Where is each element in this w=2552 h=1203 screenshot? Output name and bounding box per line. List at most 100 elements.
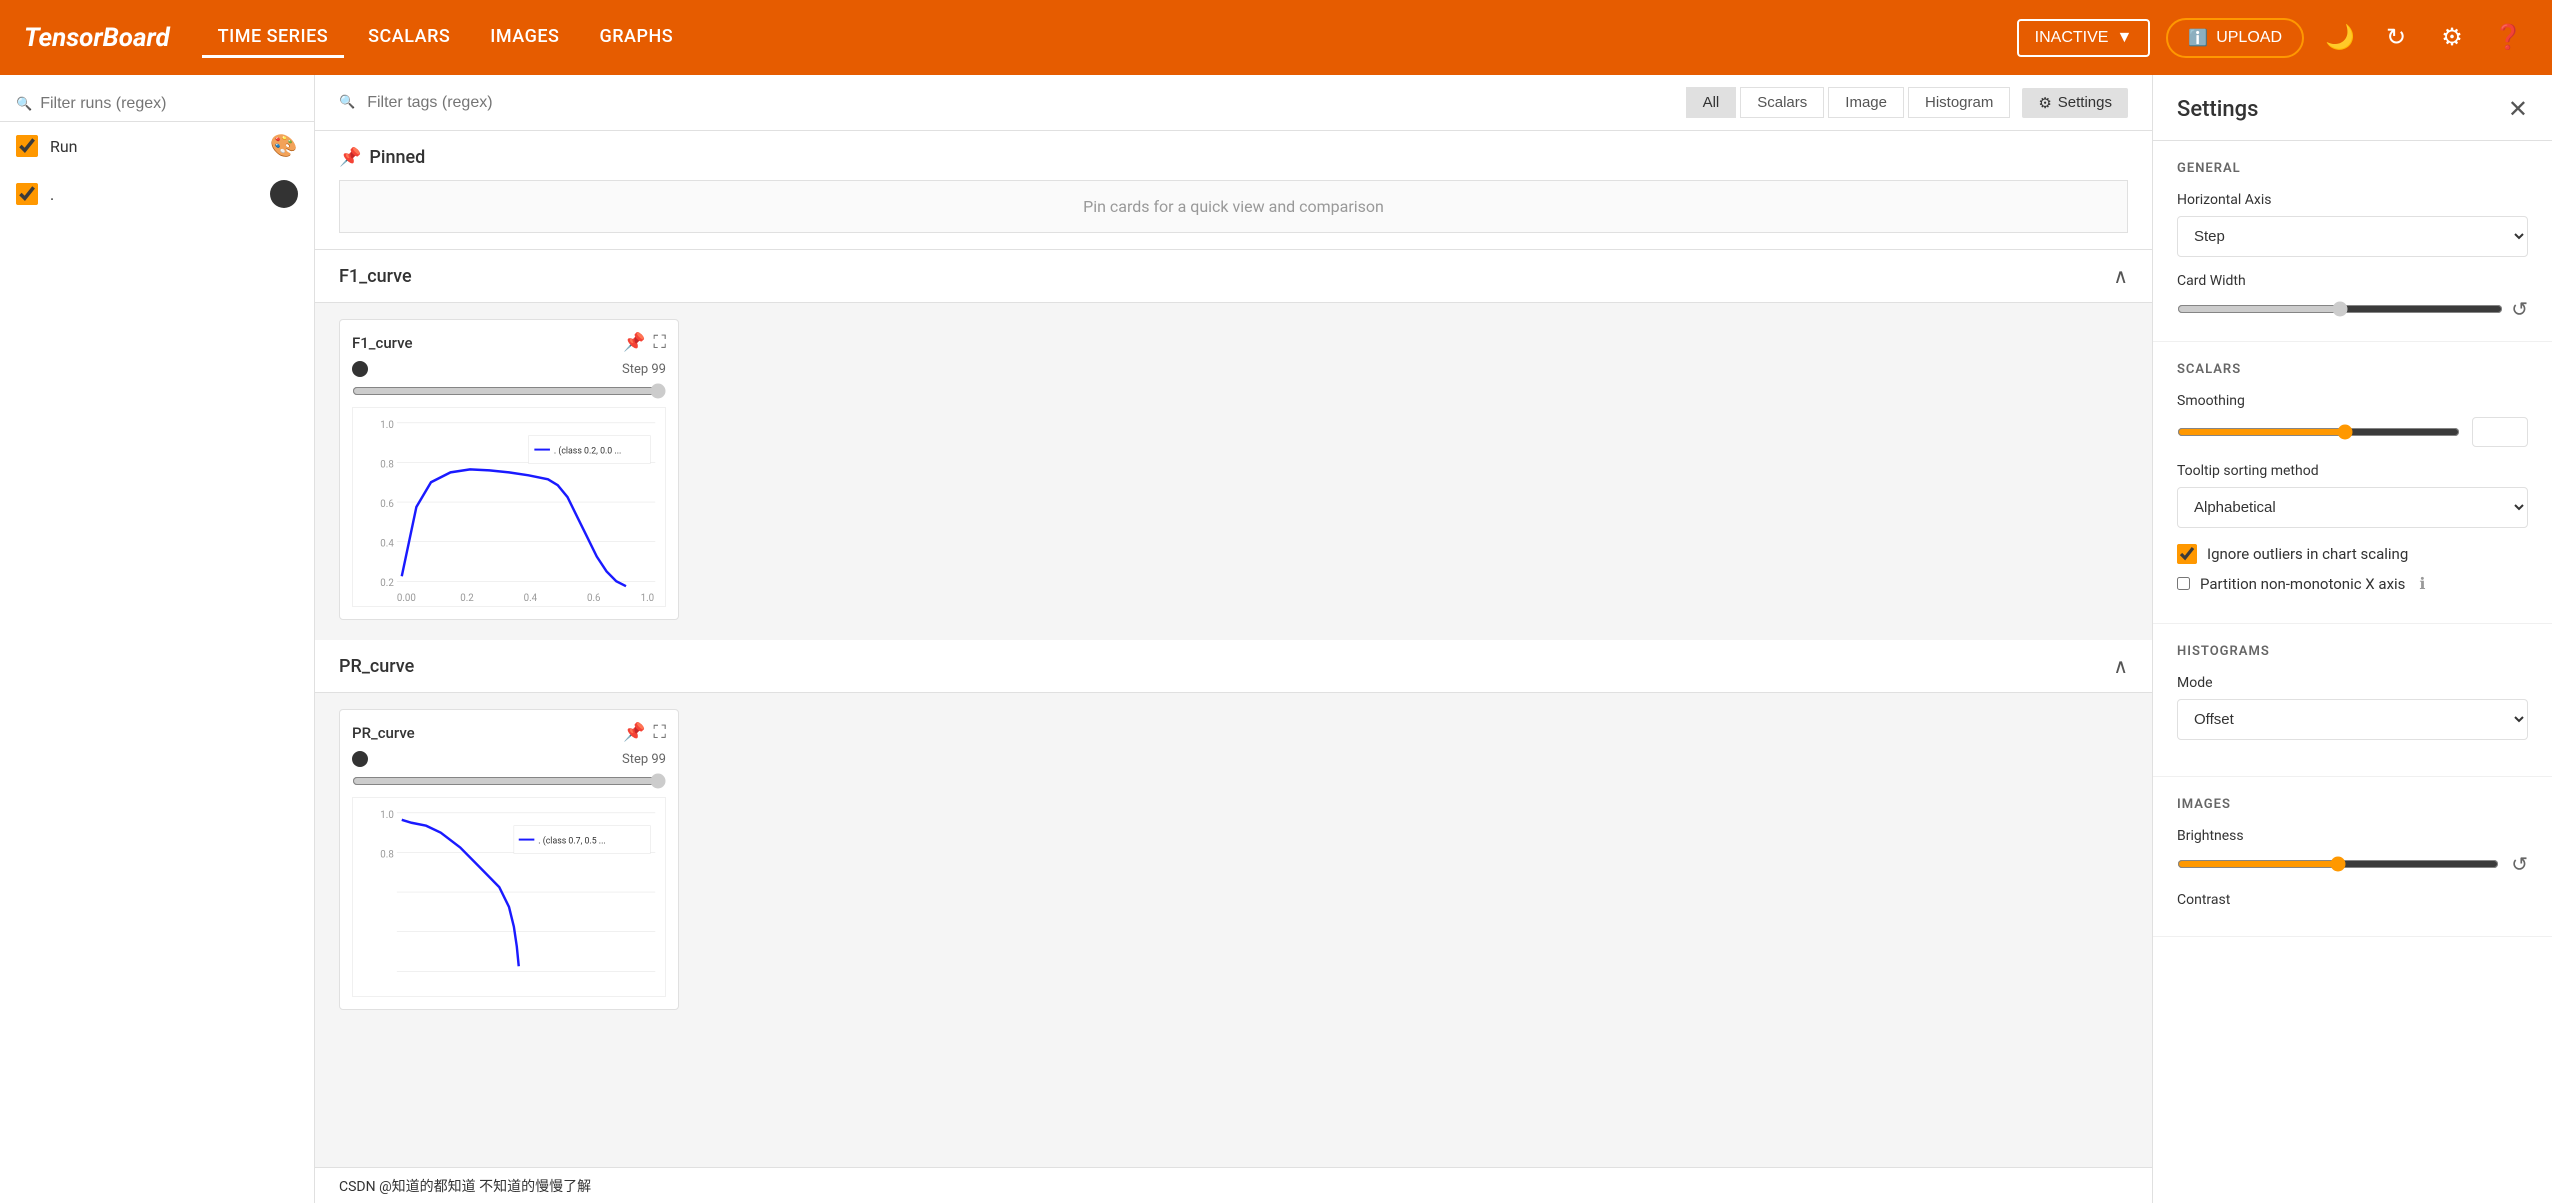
pr-card-title: PR_curve [352, 724, 415, 742]
card-width-reset-icon[interactable]: ↺ [2511, 297, 2528, 321]
f1-expand-icon[interactable]: ⛶ [653, 332, 666, 353]
f1-section-title: F1_curve [339, 266, 412, 287]
pr-step: Step 99 [622, 752, 666, 767]
nav-time-series[interactable]: TIME SERIES [202, 18, 345, 58]
svg-text:0.6: 0.6 [587, 593, 601, 604]
smoothing-row: 0.6 [2177, 417, 2528, 447]
mode-label: Mode [2177, 675, 2528, 691]
horizontal-axis-select[interactable]: Step Relative Wall [2177, 216, 2528, 257]
nav-items: TIME SERIES SCALARS IMAGES GRAPHS [202, 18, 1985, 58]
run-item-0: Run 🎨 [0, 122, 314, 170]
card-width-slider[interactable] [2177, 301, 2503, 317]
filter-tab-histogram[interactable]: Histogram [1908, 87, 2010, 118]
f1-card-header: F1_curve 📌 ⛶ [352, 332, 666, 353]
histogram-mode-select[interactable]: Offset Overlay [2177, 699, 2528, 740]
help-button[interactable]: ❓ [2488, 18, 2528, 58]
nav-images[interactable]: IMAGES [474, 18, 575, 58]
f1-card-title: F1_curve [352, 334, 413, 352]
filter-search-icon: 🔍 [339, 95, 355, 110]
footer-text: CSDN @知道的都知道 不知道的慢慢了解 [339, 1176, 591, 1196]
filter-tab-image[interactable]: Image [1828, 87, 1904, 118]
f1-section-header[interactable]: F1_curve ∧ [315, 250, 2152, 303]
ignore-outliers-checkbox[interactable] [2177, 544, 2197, 564]
pr-section-header[interactable]: PR_curve ∧ [315, 640, 2152, 693]
settings-icon-button[interactable]: ⚙ [2432, 18, 2472, 58]
help-icon: ❓ [2493, 23, 2523, 52]
pr-expand-icon[interactable]: ⛶ [653, 722, 666, 743]
sidebar: 🔍 Run 🎨 . [0, 75, 315, 1203]
footer-bar: CSDN @知道的都知道 不知道的慢慢了解 [315, 1167, 2152, 1203]
chevron-down-icon: ▼ [2116, 29, 2132, 47]
filter-tab-scalars[interactable]: Scalars [1740, 87, 1824, 118]
content-area: 🔍 All Scalars Image Histogram ⚙ Settings… [315, 75, 2152, 1203]
runs-search-input[interactable] [40, 95, 298, 113]
brightness-row: ↺ [2177, 852, 2528, 876]
f1-pin-icon[interactable]: 📌 [623, 332, 645, 353]
f1-curve-section: F1_curve ∧ F1_curve 📌 ⛶ [315, 250, 2152, 636]
scalars-section-label: SCALARS [2177, 362, 2528, 377]
brightness-reset-icon[interactable]: ↺ [2511, 852, 2528, 876]
pinned-title: Pinned [369, 147, 425, 168]
settings-header: Settings ✕ [2153, 75, 2552, 141]
theme-icon-button[interactable]: 🌙 [2320, 18, 2360, 58]
pr-card-header: PR_curve 📌 ⛶ [352, 722, 666, 743]
partition-checkbox[interactable] [2177, 577, 2190, 590]
search-icon: 🔍 [16, 97, 32, 112]
settings-general: GENERAL Horizontal Axis Step Relative Wa… [2153, 141, 2552, 342]
filter-tab-all[interactable]: All [1686, 87, 1737, 118]
settings-panel-button[interactable]: ⚙ Settings [2022, 88, 2128, 118]
settings-histograms: HISTOGRAMS Mode Offset Overlay [2153, 624, 2552, 777]
gear-icon-settings: ⚙ [2038, 94, 2051, 112]
gear-icon: ⚙ [2441, 23, 2463, 52]
card-width-row: ↺ [2177, 297, 2528, 321]
card-width-label: Card Width [2177, 273, 2528, 289]
histograms-section-label: HISTOGRAMS [2177, 644, 2528, 659]
filter-bar: 🔍 All Scalars Image Histogram ⚙ Settings [315, 75, 2152, 131]
smoothing-value-input[interactable]: 0.6 [2472, 417, 2528, 447]
refresh-button[interactable]: ↻ [2376, 18, 2416, 58]
content-scroll[interactable]: 📌 Pinned Pin cards for a quick view and … [315, 131, 2152, 1203]
refresh-icon: ↻ [2386, 23, 2406, 52]
inactive-dropdown[interactable]: INACTIVE ▼ [2017, 19, 2151, 57]
pr-chart-slider[interactable] [352, 773, 666, 789]
svg-text:. (class 0.7, 0.5 ...: . (class 0.7, 0.5 ... [538, 835, 605, 846]
f1-chart-slider[interactable] [352, 383, 666, 399]
svg-text:0.2: 0.2 [380, 578, 394, 589]
run-color-dot-1[interactable] [270, 180, 298, 208]
partition-row: Partition non-monotonic X axis ℹ [2177, 574, 2528, 593]
brightness-label: Brightness [2177, 828, 2528, 844]
sidebar-search-container: 🔍 [0, 87, 314, 122]
settings-images: IMAGES Brightness ↺ Contrast [2153, 777, 2552, 937]
run-label-1: . [50, 185, 258, 204]
upload-button[interactable]: ℹ️ UPLOAD [2166, 18, 2304, 58]
svg-text:0.8: 0.8 [380, 459, 394, 470]
pr-section-title: PR_curve [339, 656, 414, 677]
f1-step: Step 99 [622, 362, 666, 377]
partition-info-icon[interactable]: ℹ [2419, 574, 2425, 593]
settings-scalars: SCALARS Smoothing 0.6 Tooltip sorting me… [2153, 342, 2552, 624]
svg-text:0.4: 0.4 [524, 593, 538, 604]
svg-text:. (class 0.2, 0.0 ...: . (class 0.2, 0.0 ... [554, 445, 621, 456]
run-checkbox-0[interactable] [16, 135, 38, 157]
theme-icon: 🌙 [2325, 23, 2355, 52]
pr-pin-icon[interactable]: 📌 [623, 722, 645, 743]
run-color-dot-0[interactable]: 🎨 [270, 132, 298, 160]
tags-filter-input[interactable] [367, 94, 1673, 112]
f1-chart-card: F1_curve 📌 ⛶ Step 99 [339, 319, 679, 620]
settings-close-button[interactable]: ✕ [2508, 95, 2528, 124]
nav-graphs[interactable]: GRAPHS [583, 18, 689, 58]
f1-dot [352, 361, 368, 377]
nav-scalars[interactable]: SCALARS [352, 18, 466, 58]
svg-text:1.0: 1.0 [641, 593, 655, 604]
brightness-slider[interactable] [2177, 856, 2499, 872]
smoothing-label: Smoothing [2177, 393, 2528, 409]
tooltip-sort-select[interactable]: Alphabetical Ascending Descending [2177, 487, 2528, 528]
horizontal-axis-label: Horizontal Axis [2177, 192, 2528, 208]
smoothing-slider[interactable] [2177, 424, 2460, 440]
run-checkbox-1[interactable] [16, 183, 38, 205]
run-item-1: . [0, 170, 314, 218]
pr-charts-grid: PR_curve 📌 ⛶ Step 99 [315, 693, 2152, 1026]
svg-text:0.4: 0.4 [380, 539, 394, 550]
pr-chart-meta: Step 99 [352, 751, 666, 767]
f1-chart-meta: Step 99 [352, 361, 666, 377]
